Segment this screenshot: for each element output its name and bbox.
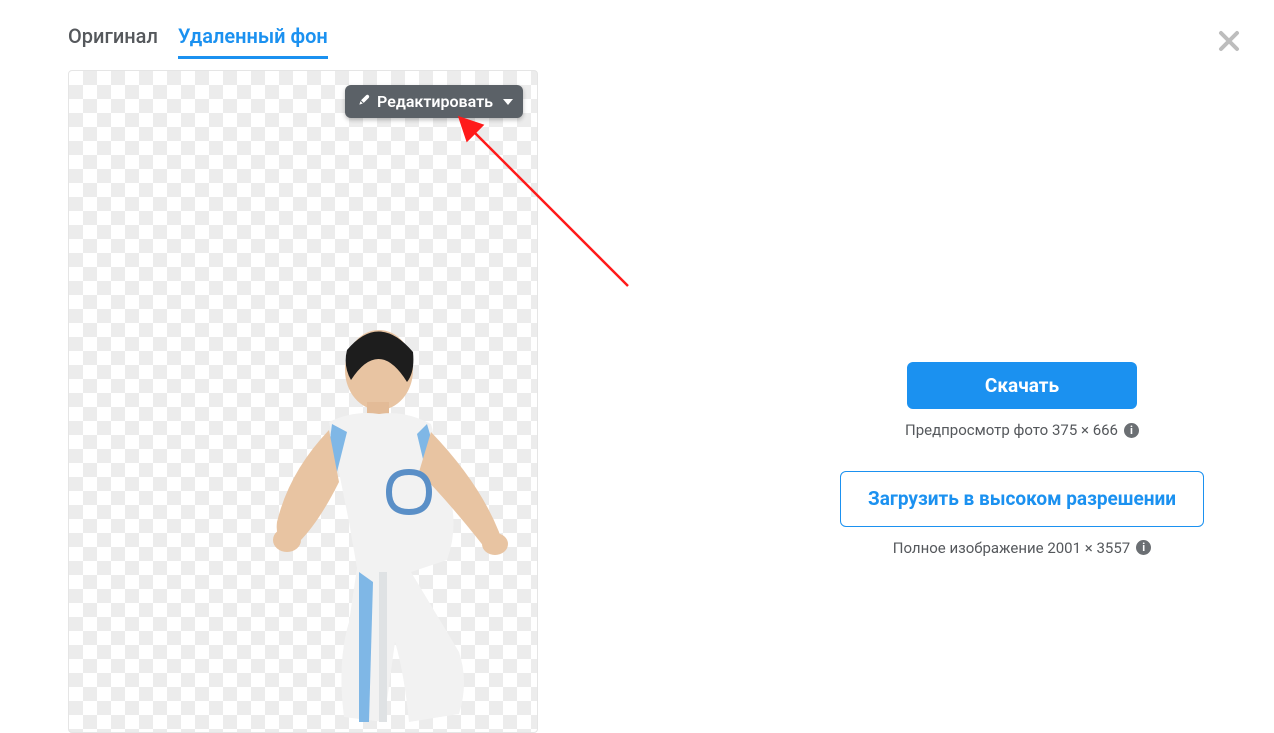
- image-preview: Редактировать: [68, 70, 538, 733]
- actions-panel: Скачать Предпросмотр фото 375 × 666 i За…: [840, 362, 1204, 557]
- preview-size-text: Предпросмотр фото 375 × 666: [905, 421, 1118, 439]
- brush-icon: [357, 93, 371, 111]
- info-icon[interactable]: i: [1124, 423, 1139, 438]
- chevron-down-icon: [503, 99, 513, 105]
- subject-image: [179, 322, 529, 732]
- tab-removed-bg[interactable]: Удаленный фон: [178, 24, 328, 59]
- tabs: Оригинал Удаленный фон: [26, 0, 1248, 59]
- preview-size-caption: Предпросмотр фото 375 × 666 i: [905, 421, 1139, 439]
- download-button[interactable]: Скачать: [907, 362, 1137, 409]
- full-size-caption: Полное изображение 2001 × 3557 i: [893, 539, 1151, 557]
- info-icon[interactable]: i: [1136, 540, 1151, 555]
- edit-button-label: Редактировать: [377, 92, 493, 111]
- full-size-text: Полное изображение 2001 × 3557: [893, 539, 1130, 557]
- edit-button[interactable]: Редактировать: [345, 85, 523, 118]
- download-hires-button[interactable]: Загрузить в высоком разрешении: [840, 471, 1204, 527]
- tab-original[interactable]: Оригинал: [68, 24, 158, 59]
- content-area: Редактировать: [68, 70, 1206, 733]
- close-icon: [1218, 30, 1240, 52]
- close-button[interactable]: [1218, 28, 1240, 58]
